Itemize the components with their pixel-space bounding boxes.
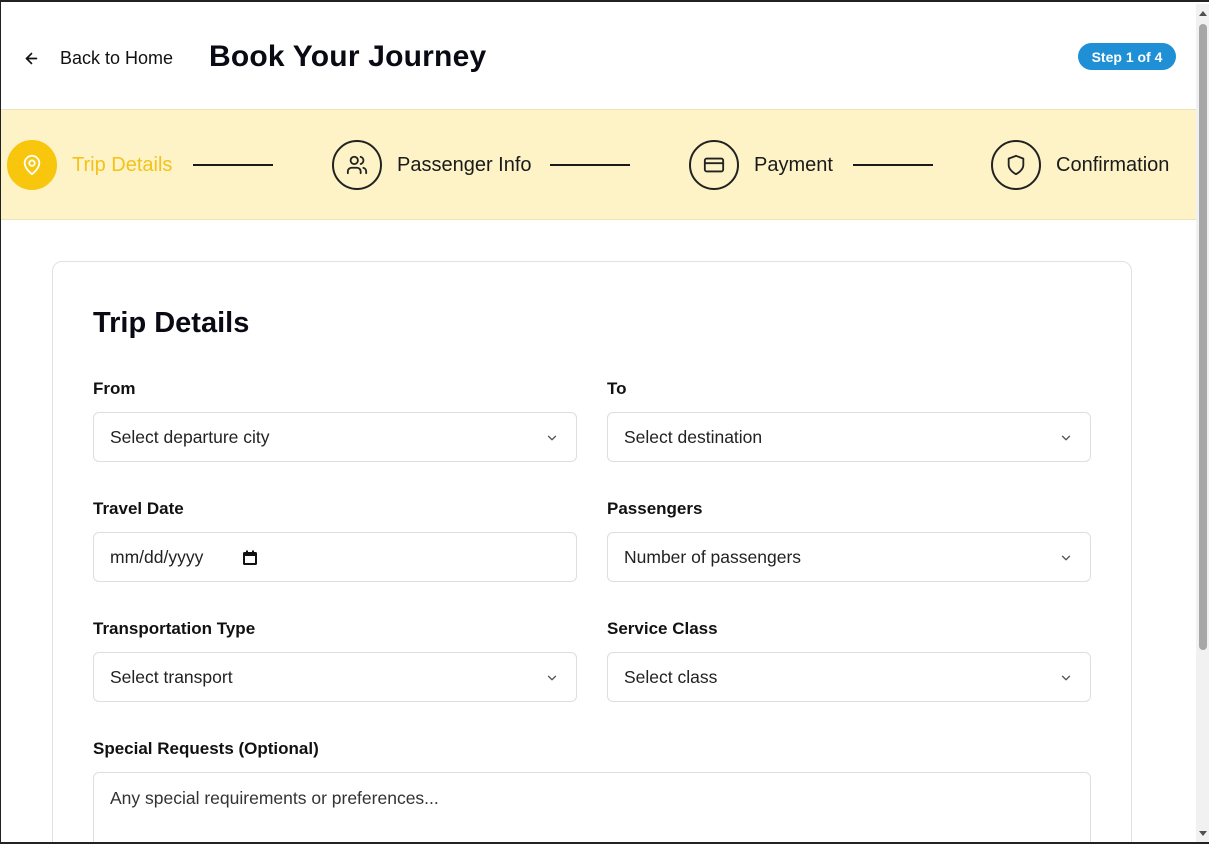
transport-select-value: Select transport <box>110 666 233 687</box>
back-to-home-label: Back to Home <box>60 47 174 68</box>
special-requests-placeholder: Any special requirements or preferences.… <box>110 788 439 808</box>
chevron-down-icon <box>547 675 557 681</box>
step-label-confirmation: Confirmation <box>1056 153 1170 176</box>
step-label-payment: Payment <box>754 153 833 176</box>
service-class-select-value: Select class <box>624 666 718 687</box>
step-connector <box>853 164 933 166</box>
to-select-value: Select destination <box>624 426 763 447</box>
special-requests-textarea[interactable]: Any special requirements or preferences.… <box>93 772 1091 842</box>
page-title: Book Your Journey <box>209 40 487 73</box>
travel-date-label: Travel Date <box>93 499 184 518</box>
map-pin-icon <box>23 154 41 176</box>
scrollbar-thumb[interactable] <box>1199 24 1207 650</box>
step-payment[interactable]: Payment <box>689 140 833 190</box>
arrow-left-icon <box>25 52 38 64</box>
step-connector <box>550 164 630 166</box>
users-icon <box>346 155 368 175</box>
step-confirmation[interactable]: Confirmation <box>991 140 1169 190</box>
calendar-icon[interactable] <box>242 550 258 566</box>
passengers-label: Passengers <box>607 499 703 518</box>
chevron-down-icon <box>1061 555 1071 561</box>
progress-stepper: Trip Details Passenger Info Payment Conf… <box>1 109 1196 220</box>
credit-card-icon <box>703 157 725 173</box>
vertical-scrollbar[interactable] <box>1196 4 1209 842</box>
from-select[interactable]: Select departure city <box>93 412 577 462</box>
back-to-home-link[interactable]: Back to Home <box>23 46 173 70</box>
transport-label: Transportation Type <box>93 619 256 638</box>
transport-select[interactable]: Select transport <box>93 652 577 702</box>
scroll-down-arrow-icon[interactable] <box>1198 828 1208 838</box>
service-class-label: Service Class <box>607 619 718 638</box>
passengers-select-value: Number of passengers <box>624 546 802 567</box>
shield-icon <box>1007 154 1025 176</box>
chevron-down-icon <box>1061 675 1071 681</box>
step-circle-confirmation <box>991 140 1041 190</box>
card-title: Trip Details <box>93 307 250 339</box>
from-label: From <box>93 379 136 398</box>
trip-details-card: Trip Details From Select departure city … <box>52 261 1132 842</box>
step-circle-trip-details <box>7 140 57 190</box>
step-trip-details[interactable]: Trip Details <box>7 140 172 190</box>
step-passenger-info[interactable]: Passenger Info <box>332 140 532 190</box>
scroll-up-arrow-icon[interactable] <box>1198 9 1208 19</box>
passengers-select[interactable]: Number of passengers <box>607 532 1091 582</box>
step-label-trip-details: Trip Details <box>72 153 173 176</box>
to-select[interactable]: Select destination <box>607 412 1091 462</box>
step-circle-payment <box>689 140 739 190</box>
app-window: Back to Home Book Your Journey Step 1 of… <box>0 0 1209 844</box>
to-label: To <box>607 379 627 398</box>
travel-date-placeholder: mm/dd/yyyy <box>110 546 204 567</box>
travel-date-input[interactable]: mm/dd/yyyy <box>93 532 577 582</box>
special-requests-label: Special Requests (Optional) <box>93 739 319 758</box>
chevron-down-icon <box>1061 435 1071 441</box>
step-connector <box>193 164 273 166</box>
service-class-select[interactable]: Select class <box>607 652 1091 702</box>
step-badge: Step 1 of 4 <box>1078 43 1176 70</box>
step-label-passenger-info: Passenger Info <box>397 153 532 176</box>
page-header: Back to Home Book Your Journey Step 1 of… <box>1 2 1196 109</box>
step-circle-passenger-info <box>332 140 382 190</box>
from-select-value: Select departure city <box>110 426 270 447</box>
chevron-down-icon <box>547 435 557 441</box>
